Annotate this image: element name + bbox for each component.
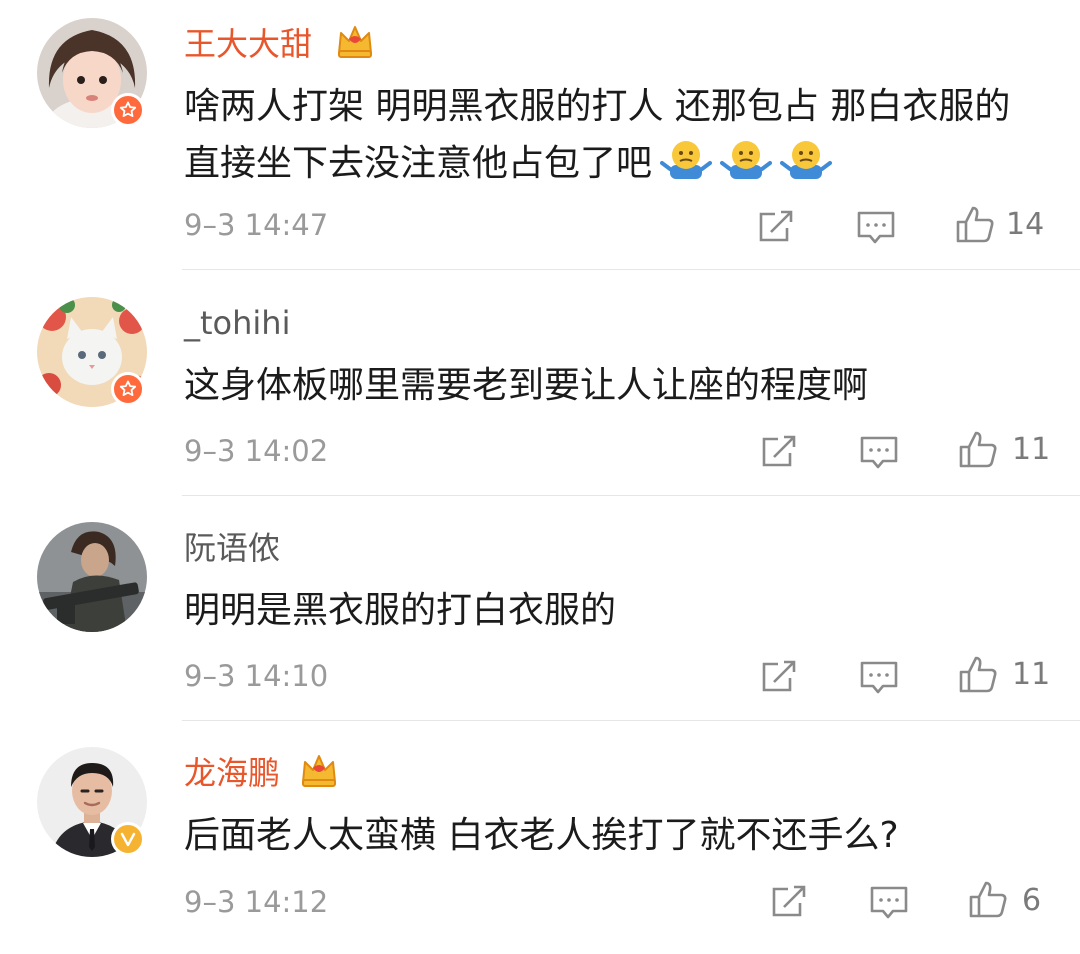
like-count: 14 [1006, 207, 1045, 242]
repost-icon[interactable] [757, 206, 797, 246]
comment-icon[interactable] [869, 883, 909, 923]
verified-badge [111, 822, 145, 856]
vip-crown-icon [299, 752, 339, 788]
username[interactable]: 龙海鹏 [184, 751, 280, 795]
shrug-emoji-icon [720, 137, 773, 181]
repost-icon[interactable] [770, 881, 810, 921]
comment-text: 这身体板哪里需要老到要让人让座的程度啊 [184, 357, 1044, 414]
comment-text-body: 明明是黑衣服的打白衣服的 [184, 590, 617, 631]
timestamp: 9–3 14:12 [184, 885, 329, 919]
comment-icon[interactable] [859, 658, 899, 698]
divider [182, 495, 1080, 496]
divider [182, 269, 1080, 270]
comment-text-body: 这身体板哪里需要老到要让人让座的程度啊 [184, 365, 869, 406]
shrug-emoji-icon [780, 137, 833, 181]
star-badge [111, 93, 145, 127]
username[interactable]: _tohihi [184, 301, 290, 345]
avatar[interactable] [37, 522, 147, 632]
comment-icon[interactable] [856, 208, 896, 248]
comment-icon[interactable] [859, 433, 899, 473]
vip-crown-icon [335, 23, 375, 59]
comment-text-body: 啥两人打架 明明黑衣服的打人 还那包占 那白衣服的直接坐下去没注意他占包了吧 [184, 86, 1011, 184]
comment-item: _tohihi 这身体板哪里需要老到要让人让座的程度啊 9–3 14:02 11 [0, 279, 1080, 504]
timestamp: 9–3 14:47 [184, 208, 329, 242]
comment-item: 龙海鹏 后面老人太蛮横 白衣老人挨打了就不还手么? 9–3 14:12 6 [0, 729, 1080, 954]
like-count: 11 [1012, 657, 1051, 692]
comment-text: 啥两人打架 明明黑衣服的打人 还那包占 那白衣服的直接坐下去没注意他占包了吧 [184, 78, 1044, 198]
comment-text-body: 后面老人太蛮横 白衣老人挨打了就不还手么? [184, 815, 899, 856]
timestamp: 9–3 14:10 [184, 659, 329, 693]
comment-item: 王大大甜 啥两人打架 明明黑衣服的打人 还那包占 那白衣服的直接坐下去没注意他占… [0, 0, 1080, 270]
like-icon[interactable] [968, 879, 1008, 919]
like-icon[interactable] [955, 204, 995, 244]
username[interactable]: 王大大甜 [184, 22, 312, 66]
like-icon[interactable] [958, 429, 998, 469]
comment-item: 阮语侬 明明是黑衣服的打白衣服的 9–3 14:10 11 [0, 504, 1080, 729]
repost-icon[interactable] [760, 431, 800, 471]
emoji-group [652, 137, 833, 198]
shrug-emoji-icon [660, 137, 713, 181]
comment-text: 后面老人太蛮横 白衣老人挨打了就不还手么? [184, 807, 1044, 864]
like-count: 6 [1022, 883, 1042, 918]
username[interactable]: 阮语侬 [184, 526, 280, 570]
like-icon[interactable] [958, 654, 998, 694]
timestamp: 9–3 14:02 [184, 434, 329, 468]
like-count: 11 [1012, 432, 1051, 467]
comment-text: 明明是黑衣服的打白衣服的 [184, 582, 1044, 639]
star-badge [111, 372, 145, 406]
repost-icon[interactable] [760, 656, 800, 696]
divider [182, 720, 1080, 721]
